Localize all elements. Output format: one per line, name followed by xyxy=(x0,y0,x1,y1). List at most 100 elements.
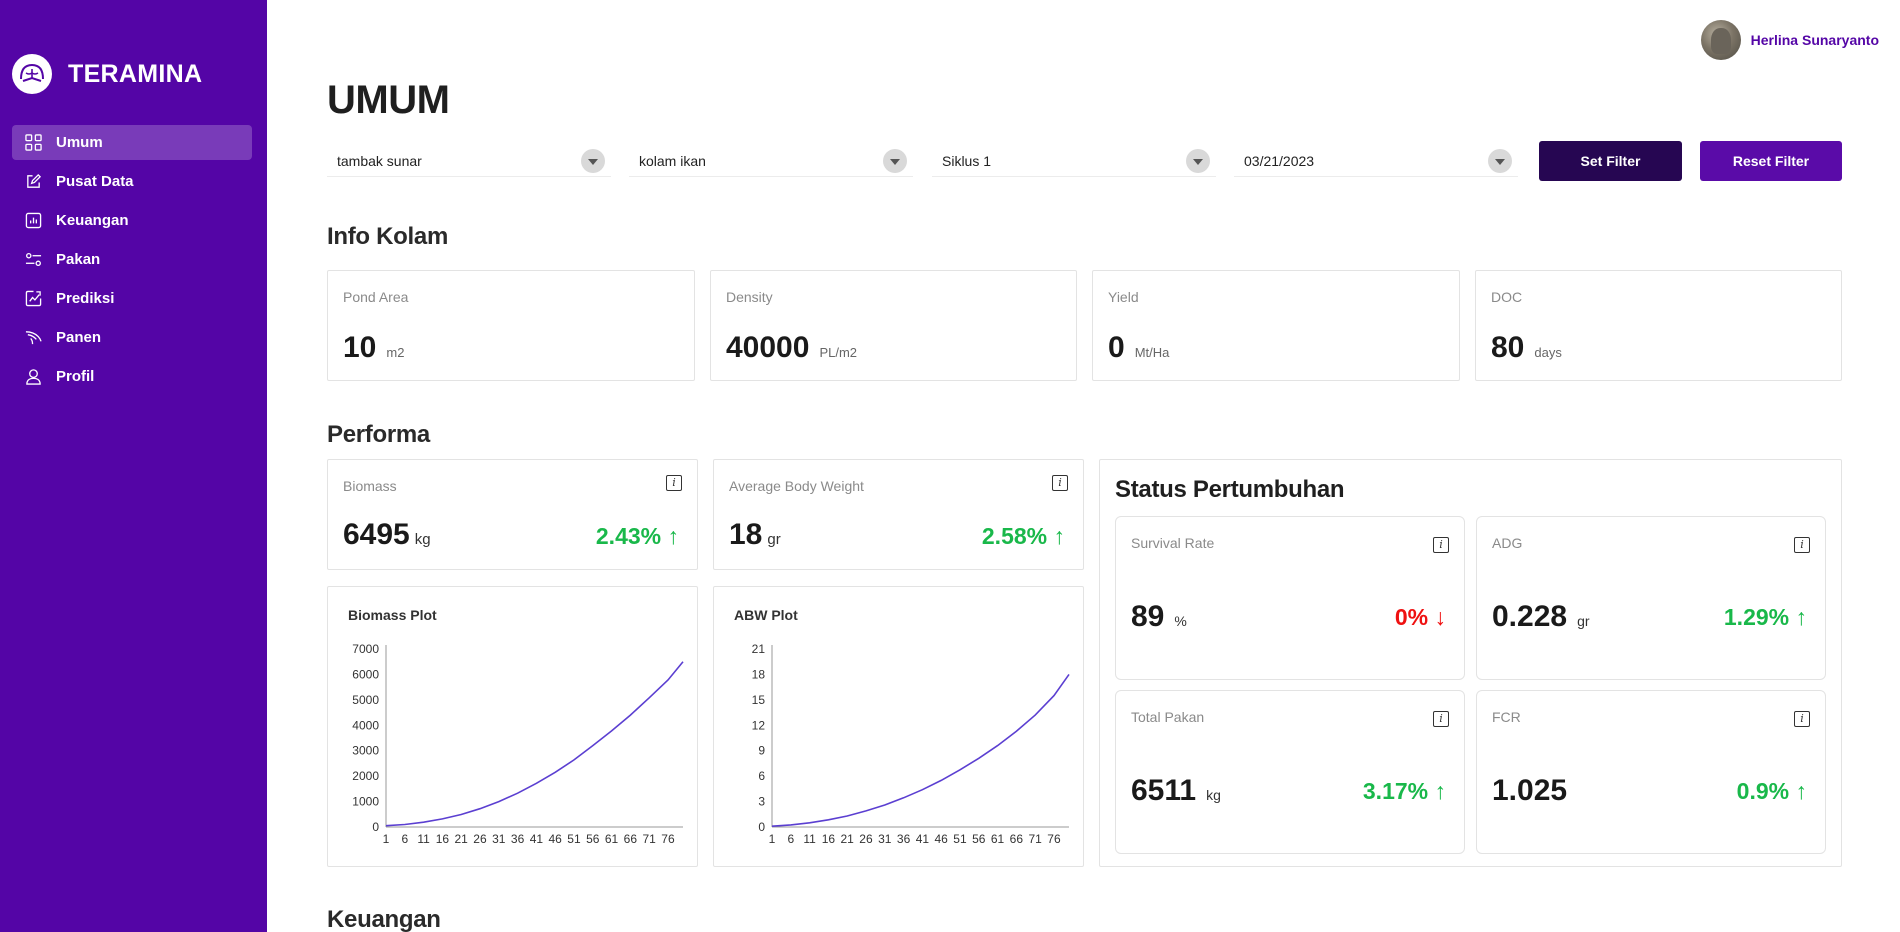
abw-plot: 0369121518211 6 11 16 21 26 31 36 41 46 51 56 61 66 71… xyxy=(752,642,1070,846)
card-label: Total Pakan xyxy=(1131,709,1205,725)
sidebar-item-keuangan[interactable]: Keuangan xyxy=(12,203,252,238)
chevron-down-icon xyxy=(1186,148,1210,173)
x-tick-label: 71 xyxy=(642,832,656,846)
sidebar-item-label: Pusat Data xyxy=(56,173,134,190)
brand[interactable]: TERAMINA xyxy=(12,54,202,94)
arrow-down-icon: ↓ xyxy=(1434,604,1447,630)
card-value: 6495 kg xyxy=(343,518,431,552)
x-tick-label: 31 xyxy=(878,832,892,846)
card-value: 40000 PL/m2 xyxy=(726,331,857,365)
value-number: 18 xyxy=(729,518,763,551)
sidebar-item-panen[interactable]: Panen xyxy=(12,320,252,355)
x-tick-label: 56 xyxy=(972,832,986,846)
card-label: Biomass xyxy=(343,478,397,494)
filter-bar: tambak sunar kolam ikan Siklus 1 03/21/2… xyxy=(327,141,1842,183)
tambak-select[interactable]: tambak sunar xyxy=(327,145,611,177)
biomass-plot: 010002000300040005000600070001 6 11 16 21 26 3… xyxy=(352,642,684,846)
y-tick-label: 0 xyxy=(372,820,379,834)
y-tick-label: 6 xyxy=(758,769,765,783)
card-label: FCR xyxy=(1492,709,1521,725)
app-root: TERAMINA Umum Pusat Data Keuangan Pakan … xyxy=(0,0,1900,932)
info-icon[interactable]: i xyxy=(1433,537,1449,553)
sidebar-item-umum[interactable]: Umum xyxy=(12,125,252,160)
chevron-down-icon xyxy=(581,148,605,173)
sidebar-item-profil[interactable]: Profil xyxy=(12,359,252,394)
siklus-select[interactable]: Siklus 1 xyxy=(932,145,1216,177)
card-value: 1.025 xyxy=(1492,774,1577,808)
value-number: 40000 xyxy=(726,331,810,364)
reset-filter-button[interactable]: Reset Filter xyxy=(1700,141,1842,181)
y-tick-label: 2000 xyxy=(352,769,379,783)
x-tick-label: 16 xyxy=(822,832,836,846)
card-label: Survival Rate xyxy=(1131,535,1215,551)
x-tick-label: 11 xyxy=(417,832,430,846)
sidebar: TERAMINA Umum Pusat Data Keuangan Pakan … xyxy=(0,0,267,932)
biomass-plot-card: Biomass Plot 0 1000 2000 3000 4000 5000 6000 70… xyxy=(327,586,698,867)
x-tick-label: 26 xyxy=(473,832,487,846)
card-value: 80 days xyxy=(1491,331,1562,365)
yield-card: Yield 0 Mt/Ha xyxy=(1092,270,1460,381)
delta-value: 1.29% xyxy=(1723,604,1790,630)
brand-name: TERAMINA xyxy=(68,59,203,88)
arrow-up-icon: ↑ xyxy=(667,523,680,549)
card-label: ADG xyxy=(1492,535,1523,551)
card-value: 0 Mt/Ha xyxy=(1108,331,1169,365)
set-filter-button[interactable]: Set Filter xyxy=(1539,141,1682,181)
card-value: 18 gr xyxy=(729,518,781,552)
status-pertumbuhan-panel: Status Pertumbuhan Survival Rate i 89% 0… xyxy=(1099,459,1842,867)
x-tick-label: 1 xyxy=(383,832,390,846)
value-unit: % xyxy=(1174,613,1187,629)
y-tick-label: 4000 xyxy=(352,718,379,732)
y-tick-label: 12 xyxy=(752,718,766,732)
x-tick-label: 21 xyxy=(455,832,469,846)
trend-delta: 2.43% ↑ xyxy=(596,523,679,550)
sidebar-nav: Umum Pusat Data Keuangan Pakan Prediksi … xyxy=(12,125,252,398)
card-value: 89% xyxy=(1131,600,1187,634)
grid-icon xyxy=(24,134,42,152)
info-icon[interactable]: i xyxy=(1794,537,1810,553)
x-tick-label: 41 xyxy=(530,832,544,846)
x-tick-label: 56 xyxy=(586,832,600,846)
fcr-card: FCR i 1.025 0.9% ↑ xyxy=(1476,690,1826,854)
y-tick-label: 3000 xyxy=(352,744,379,758)
value-number: 10 xyxy=(343,331,377,364)
card-label: Average Body Weight xyxy=(729,478,864,494)
doc-card: DOC 80 days xyxy=(1475,270,1842,381)
info-icon[interactable]: i xyxy=(1794,711,1810,727)
value-unit: PL/m2 xyxy=(819,345,858,360)
y-tick-label: 6000 xyxy=(352,667,379,681)
sliders-icon xyxy=(24,251,42,269)
y-tick-label: 3 xyxy=(758,795,765,809)
x-tick-label: 46 xyxy=(934,832,948,846)
info-icon[interactable]: i xyxy=(1433,711,1449,727)
sidebar-item-pakan[interactable]: Pakan xyxy=(12,242,252,277)
value-unit: gr xyxy=(767,531,781,548)
y-tick-label: 18 xyxy=(752,667,766,681)
kolam-select[interactable]: kolam ikan xyxy=(629,145,913,177)
card-label: DOC xyxy=(1491,289,1523,305)
x-tick-label: 6 xyxy=(787,832,794,846)
user-icon xyxy=(24,368,42,386)
siklus-select-value: Siklus 1 xyxy=(942,152,992,169)
sidebar-item-pusat-data[interactable]: Pusat Data xyxy=(12,164,252,199)
x-tick-label: 6 xyxy=(401,832,408,846)
trend-delta: 3.17% ↑ xyxy=(1363,778,1446,805)
chevron-down-icon xyxy=(883,148,907,173)
y-tick-label: 9 xyxy=(758,744,765,758)
info-icon[interactable]: i xyxy=(1052,475,1068,491)
value-unit: Mt/Ha xyxy=(1134,345,1170,360)
page-title: UMUM xyxy=(327,78,450,122)
sidebar-item-prediksi[interactable]: Prediksi xyxy=(12,281,252,316)
value-unit: kg xyxy=(1206,787,1221,803)
x-tick-label: 36 xyxy=(897,832,911,846)
date-select[interactable]: 03/21/2023 xyxy=(1234,145,1518,177)
pond-area-card: Pond Area 10 m2 xyxy=(327,270,695,381)
x-tick-label: 51 xyxy=(953,832,967,846)
info-icon[interactable]: i xyxy=(666,475,682,491)
value-number: 6495 xyxy=(343,518,410,551)
delta-value: 2.58% xyxy=(981,523,1048,549)
fish-icon xyxy=(24,329,42,347)
arrow-up-icon: ↑ xyxy=(1795,604,1808,630)
y-tick-label: 0 xyxy=(758,820,765,834)
y-tick-label: 21 xyxy=(752,642,766,656)
